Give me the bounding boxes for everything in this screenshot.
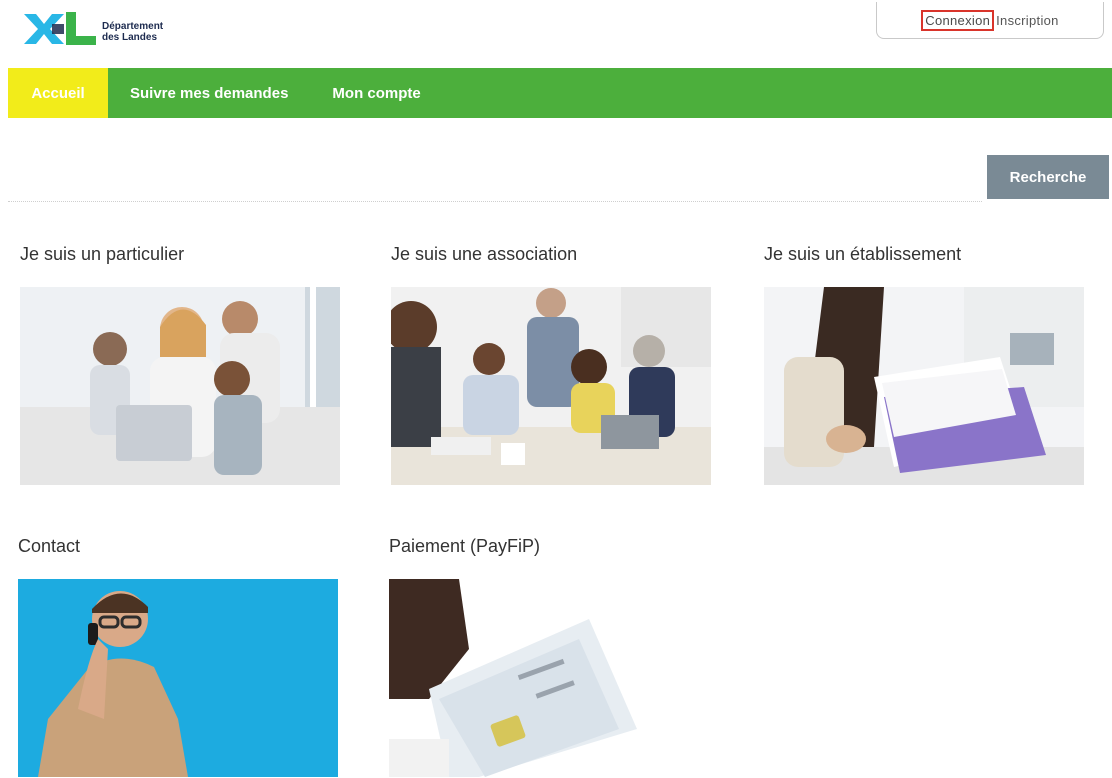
search-input[interactable] (8, 155, 982, 202)
card-association[interactable]: Je suis une association (391, 244, 711, 485)
team-meeting-icon (391, 287, 711, 485)
nav-item-mon-compte[interactable]: Mon compte (310, 68, 442, 118)
login-link[interactable]: Connexion (921, 9, 995, 31)
card-etablissement[interactable]: Je suis un établissement (764, 244, 1084, 485)
register-link[interactable]: Inscription (996, 13, 1059, 28)
credit-card-icon (389, 579, 639, 777)
landes-logo-icon (24, 12, 96, 45)
card-title: Je suis un particulier (20, 244, 185, 264)
card-image-hand-with-credit-card[interactable] (389, 579, 639, 777)
auth-box: Connexion Inscription (876, 2, 1104, 39)
man-on-phone-icon (18, 579, 338, 777)
card-image-team-meeting[interactable] (391, 287, 711, 485)
nav-item-suivre-mes-demandes[interactable]: Suivre mes demandes (108, 68, 310, 118)
card-image-person-holding-documents[interactable] (764, 287, 1084, 485)
logo[interactable]: Département des Landes (22, 10, 163, 48)
card-title: Je suis une association (391, 244, 578, 264)
search-bar: Recherche (8, 155, 1109, 202)
search-button[interactable]: Recherche (987, 155, 1109, 199)
card-title: Je suis un établissement (764, 244, 962, 264)
page: Département des Landes Connexion Inscrip… (0, 0, 1112, 778)
card-image-family-with-tablet[interactable] (20, 287, 340, 485)
logo-text-line2: des Landes (102, 32, 158, 43)
nav-item-accueil[interactable]: Accueil (8, 68, 108, 118)
documents-photo-icon (764, 287, 1084, 485)
card-paiement-payfip[interactable]: Paiement (PayFiP) (389, 536, 639, 777)
logo-text-line1: Département (102, 21, 164, 32)
card-title: Contact (18, 536, 81, 556)
card-title: Paiement (PayFiP) (389, 536, 541, 556)
main-nav: Accueil Suivre mes demandes Mon compte (8, 68, 1112, 118)
family-photo-icon (20, 287, 340, 485)
logo-text: Département des Landes (102, 21, 163, 43)
card-particulier[interactable]: Je suis un particulier (20, 244, 340, 485)
header: Département des Landes Connexion Inscrip… (0, 0, 1112, 68)
card-contact[interactable]: Contact (18, 536, 338, 777)
card-image-man-on-phone[interactable] (18, 579, 338, 777)
